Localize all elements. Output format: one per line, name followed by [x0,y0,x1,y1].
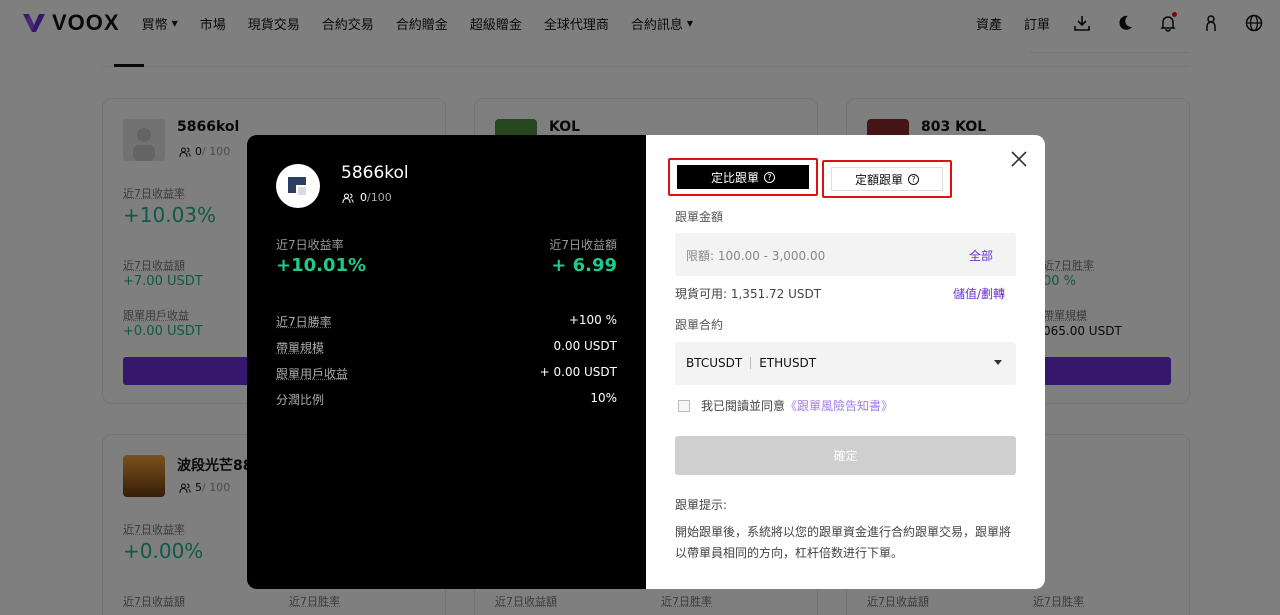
stat-label: 帶單規模 [276,341,325,355]
stat-label: 分潤比例 [276,393,325,407]
tip-body: 開始跟單後，系統將以您的跟單資金進行合約跟單交易，跟單將以帶單員相同的方向，杠杆… [675,525,1012,560]
help-icon: ? [908,173,919,185]
deposit-transfer-link[interactable]: 儲值/劃轉 [953,285,1005,302]
close-icon[interactable] [1009,149,1029,169]
stat-value: 0.00 USDT [553,339,617,353]
contract-label: 跟單合約 [675,318,724,332]
stat-value: +100 % [568,313,617,327]
pnl-value: + 6.99 [551,255,617,276]
roi-label: 近7日收益率 [276,238,344,252]
follower-count: 0/100 [342,191,392,204]
pnl-label: 近7日收益額 [549,238,617,252]
agreement: 我已閱讀並同意 《跟單風險告知書》 [678,397,893,414]
stat-value: + 0.00 USDT [539,365,617,379]
users-icon [342,193,354,203]
stat-value: 10% [590,391,617,405]
stat-label: 近7日勝率 [276,315,332,329]
available-balance: 現貨可用: 1,351.72 USDT [675,287,822,301]
trader-avatar [276,164,320,208]
help-icon: ? [764,171,775,183]
roi-value: +10.01% [276,255,367,276]
trader-summary-panel: 5866kol 0/100 近7日收益率 +10.01% 近7日收益額 + 6.… [247,135,646,589]
chevron-down-icon [994,360,1002,365]
trader-name: 5866kol [341,163,409,183]
tip-title: 跟單提示: [675,498,728,512]
copy-trade-form: 定比跟單? 定額跟單? 跟單金額 限額: 100.00 - 3,000.00 全… [646,135,1045,589]
risk-disclosure-link[interactable]: 《跟單風險告知書》 [785,397,893,414]
all-button[interactable]: 全部 [969,247,993,264]
contract-select[interactable]: BTCUSDT ETHUSDT [675,342,1016,385]
mode-ratio-tab[interactable]: 定比跟單? [668,158,818,196]
confirm-button[interactable]: 確定 [675,436,1016,475]
stat-label: 跟單用戶收益 [276,367,349,381]
amount-input[interactable]: 限額: 100.00 - 3,000.00 全部 [675,233,1016,276]
copy-trade-modal: 5866kol 0/100 近7日收益率 +10.01% 近7日收益額 + 6.… [247,135,1045,589]
mode-fixed-tab[interactable]: 定額跟單? [822,160,952,198]
amount-label: 跟單金額 [675,210,724,224]
agree-checkbox[interactable] [678,399,690,412]
